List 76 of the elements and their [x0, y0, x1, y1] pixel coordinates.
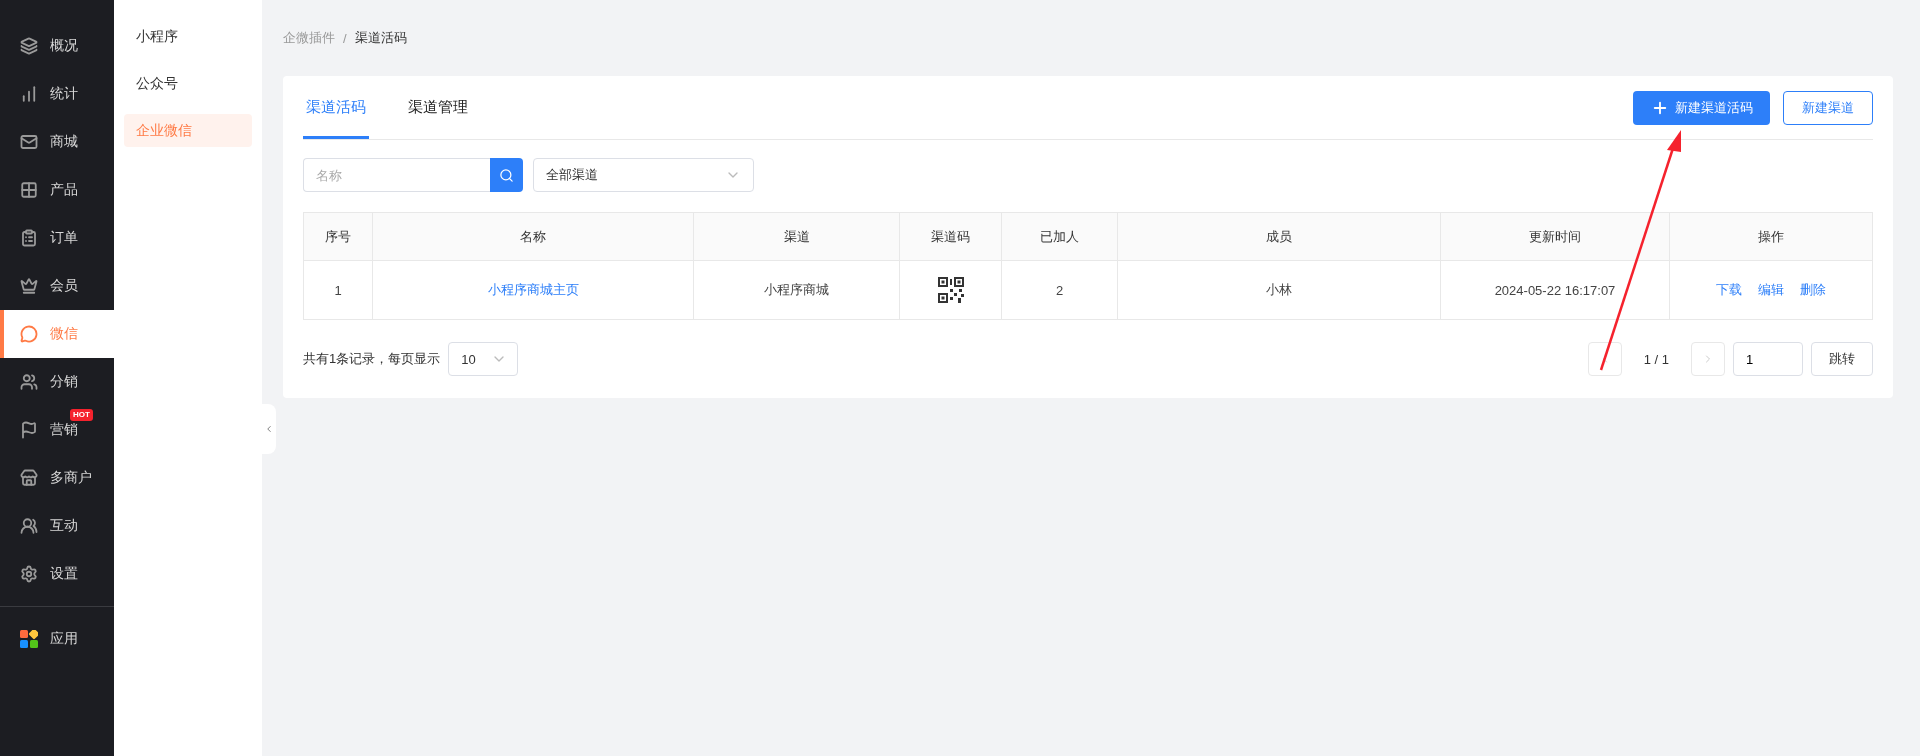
apps-icon	[20, 630, 38, 648]
sidebar-item[interactable]: 产品	[0, 166, 114, 214]
sidebar-label: 概况	[50, 37, 78, 55]
action-link[interactable]: 下载	[1716, 281, 1742, 299]
sidebar-label: 统计	[50, 85, 78, 103]
table-cell: 2024-05-22 16:17:07	[1441, 261, 1670, 319]
column-header: 渠道码	[900, 213, 1002, 261]
page-info: 1 / 1	[1642, 351, 1670, 367]
sidebar-label: 商城	[50, 133, 78, 151]
sidebar-item[interactable]: 会员	[0, 262, 114, 310]
jump-button[interactable]: 跳转	[1811, 342, 1873, 376]
sidebar-label: 设置	[50, 565, 78, 583]
search-field[interactable]: 名称	[303, 158, 490, 192]
bag-icon	[20, 133, 38, 151]
action-link[interactable]: 编辑	[1758, 281, 1784, 299]
sidebar-item[interactable]: 应用	[0, 615, 114, 663]
page-jump-input[interactable]: 1	[1733, 342, 1803, 376]
column-header: 渠道	[694, 213, 900, 261]
breadcrumb-separator: /	[343, 30, 347, 46]
sidebar-item[interactable]: 设置	[0, 550, 114, 598]
search-button[interactable]	[490, 158, 523, 192]
collapse-handle[interactable]	[262, 404, 276, 454]
action-link[interactable]: 删除	[1800, 281, 1826, 299]
column-header: 已加人	[1002, 213, 1118, 261]
users-icon	[20, 517, 38, 535]
breadcrumb-item: 渠道活码	[354, 29, 407, 47]
tab[interactable]: 渠道活码	[303, 76, 369, 139]
tab[interactable]: 渠道管理	[405, 76, 471, 139]
column-header: 成员	[1118, 213, 1441, 261]
qr-code-icon	[937, 277, 964, 303]
sidebar-item[interactable]: 订单	[0, 214, 114, 262]
search-icon	[499, 167, 514, 183]
table-cell: 小程序商城	[694, 261, 900, 319]
sidebar-item[interactable]: 多商户	[0, 454, 114, 502]
sidebar-item[interactable]: 分销	[0, 358, 114, 406]
settings-icon	[20, 565, 38, 583]
grid-icon	[20, 181, 38, 199]
users-icon	[20, 373, 38, 391]
record-summary: 共有1条记录，每页显示	[303, 350, 441, 368]
sidebar-label: 应用	[50, 630, 78, 648]
column-header: 序号	[304, 213, 373, 261]
column-header: 操作	[1670, 213, 1872, 261]
layers-icon	[20, 37, 38, 55]
sidebar-label: 产品	[50, 181, 78, 199]
column-header: 更新时间	[1441, 213, 1670, 261]
chat-bubble-icon	[20, 325, 38, 343]
table-cell: 2	[1002, 261, 1118, 319]
new-channel-code-button[interactable]: 新建渠道活码	[1633, 90, 1770, 125]
new-channel-button[interactable]: 新建渠道	[1783, 90, 1873, 125]
table-cell: 1	[304, 261, 373, 319]
column-header: 名称	[373, 213, 694, 261]
sidebar-label: 分销	[50, 373, 78, 391]
sidebar-item[interactable]: 统计	[0, 70, 114, 118]
subnav-item[interactable]: 公众号	[124, 67, 252, 100]
page-size-select[interactable]: 10	[448, 342, 519, 376]
clipboard-icon	[20, 229, 38, 247]
sidebar-item[interactable]: 商城	[0, 118, 114, 166]
sidebar-label: 营销	[50, 421, 78, 439]
name-link[interactable]: 小程序商城主页	[487, 281, 579, 299]
crown-icon	[20, 277, 38, 295]
sidebar-item[interactable]: 概况	[0, 22, 114, 70]
sidebar-item[interactable]: 互动	[0, 502, 114, 550]
sidebar-label: 互动	[50, 517, 78, 535]
chart-icon	[20, 85, 38, 103]
sidebar-label: 会员	[50, 277, 78, 295]
flag-icon	[20, 421, 38, 439]
hot-badge: HOT	[70, 409, 93, 421]
previous-page-button[interactable]	[1587, 342, 1622, 376]
sidebar-label: 多商户	[50, 469, 92, 487]
sidebar-item[interactable]: HOT 营销	[0, 406, 114, 454]
subnav-item[interactable]: 小程序	[124, 20, 252, 53]
sidebar-label: 订单	[50, 229, 78, 247]
store-icon	[20, 469, 38, 487]
sidebar-label: 微信	[50, 325, 78, 343]
channel-select[interactable]: 全部渠道	[533, 158, 754, 192]
table-cell: 小林	[1118, 261, 1441, 319]
